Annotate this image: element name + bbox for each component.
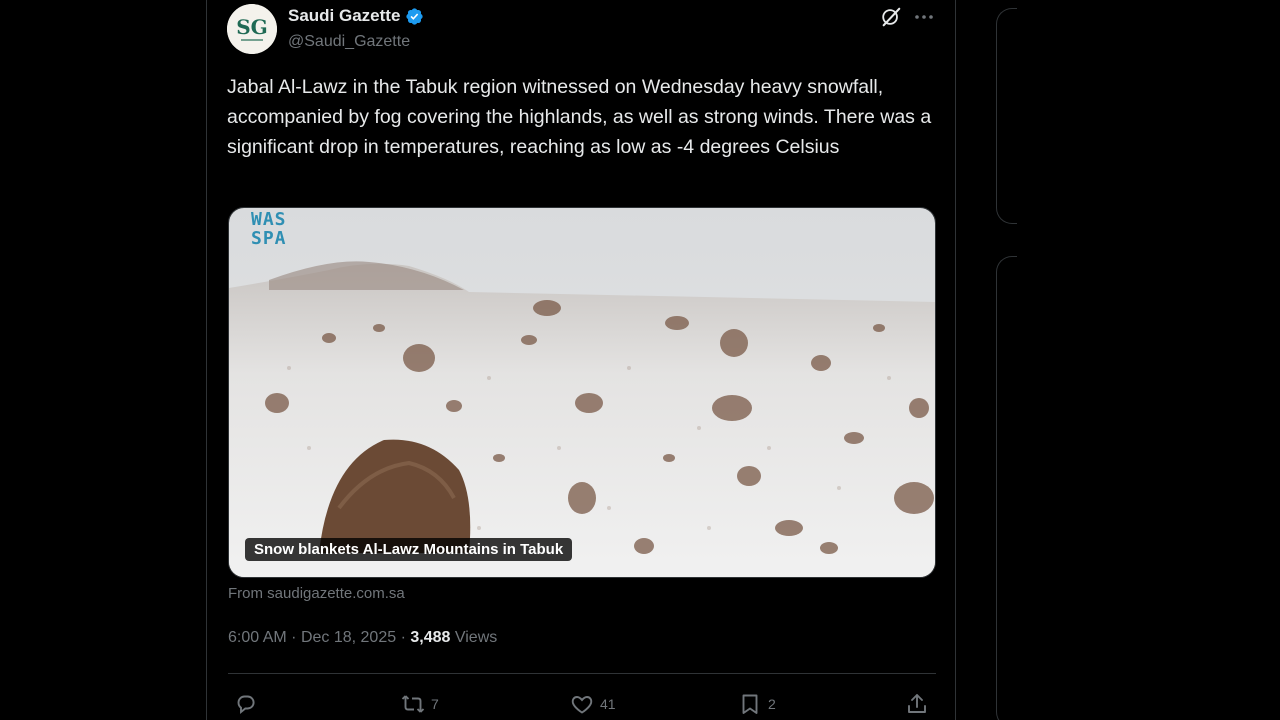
reply-button[interactable] [234, 692, 264, 716]
rail-panel [996, 8, 1017, 224]
views-label: Views [454, 629, 498, 646]
svg-text:SG: SG [236, 15, 268, 39]
divider [228, 673, 936, 674]
bookmark-count: 2 [768, 696, 776, 712]
right-rail [996, 0, 1280, 720]
bookmark-button[interactable]: 2 [738, 692, 776, 716]
rail-panel [996, 256, 1017, 720]
post-meta: 6:00 AM · Dec 18, 2025 · 3,488 Views [228, 629, 497, 647]
author-name[interactable]: Saudi Gazette [288, 6, 400, 26]
share-button[interactable] [905, 692, 929, 716]
meta-separator: · [291, 629, 297, 646]
avatar[interactable]: SG [227, 4, 277, 54]
post-time[interactable]: 6:00 AM [228, 629, 287, 646]
grok-icon[interactable] [880, 6, 902, 28]
bookmark-icon [742, 694, 758, 714]
author-handle[interactable]: @Saudi_Gazette [288, 33, 410, 51]
repost-count: 7 [431, 696, 439, 712]
page: SG Saudi Gazette @Saudi_Gazette Jabal Al… [0, 0, 1280, 720]
repost-button[interactable]: 7 [401, 692, 439, 716]
meta-separator: · [400, 629, 406, 646]
repost-icon [401, 695, 425, 713]
verified-badge-icon [406, 7, 424, 25]
more-icon[interactable] [912, 6, 936, 28]
like-count: 41 [600, 696, 616, 712]
snow-landscape-photo [229, 208, 935, 577]
like-icon [571, 696, 593, 714]
post-date[interactable]: Dec 18, 2025 [301, 629, 396, 646]
saudi-gazette-logo: SG [227, 4, 277, 54]
media-caption: Snow blankets Al-Lawz Mountains in Tabuk [245, 538, 573, 561]
card-source-link[interactable]: From saudigazette.com.sa [228, 585, 405, 602]
share-icon [908, 694, 926, 713]
post-media[interactable]: WAS SPA Snow blankets Al-Lawz Mountains … [228, 207, 936, 578]
like-button[interactable]: 41 [570, 692, 616, 716]
spa-watermark-logo: WAS SPA [251, 209, 287, 249]
reply-icon [237, 695, 255, 714]
post-text: Jabal Al-Lawz in the Tabuk region witnes… [227, 76, 932, 158]
views-count: 3,488 [410, 629, 451, 646]
author-name-row[interactable]: Saudi Gazette [288, 6, 424, 26]
